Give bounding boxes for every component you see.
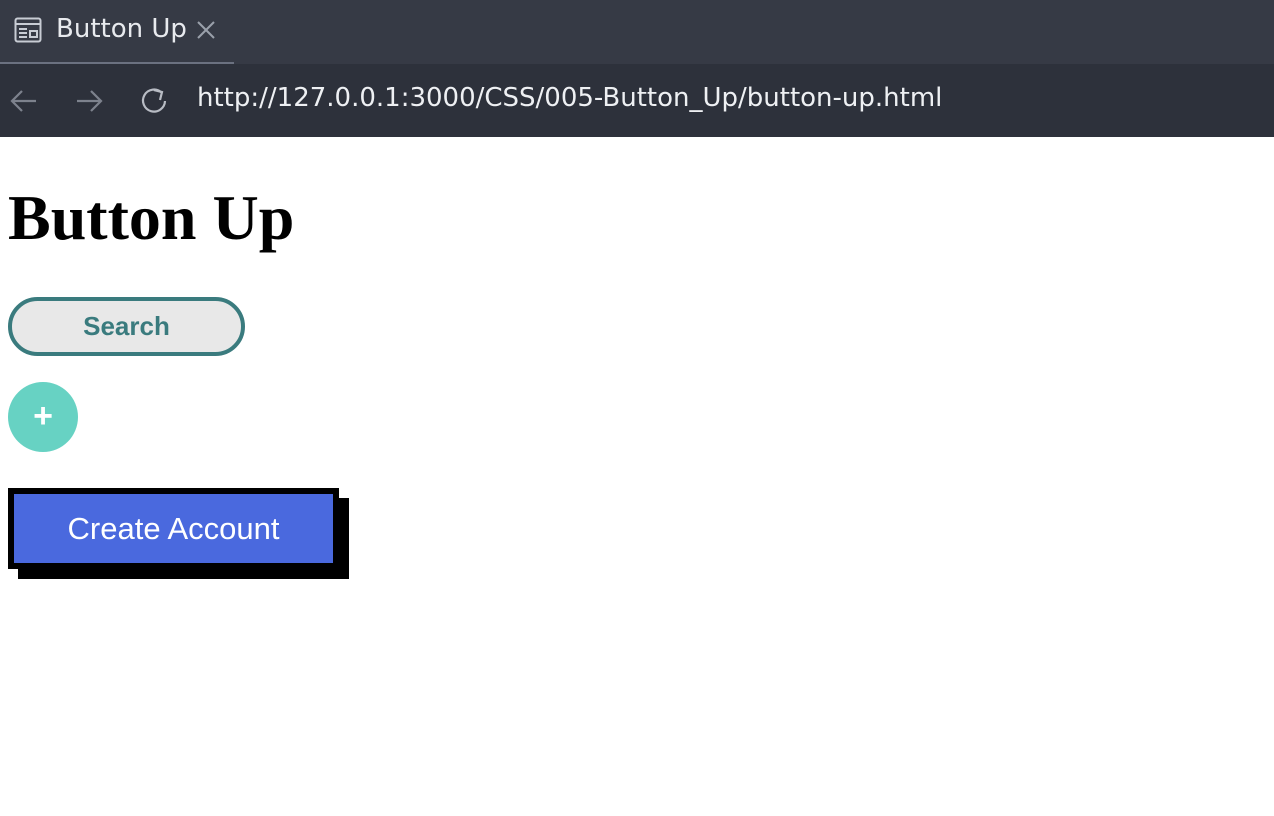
browser-tab[interactable]: Button Up	[0, 0, 234, 64]
create-account-button[interactable]: Create Account	[8, 488, 339, 569]
close-icon[interactable]	[195, 19, 217, 41]
tab-bar: Button Up	[0, 0, 1274, 64]
tab-title: Button Up	[56, 14, 187, 44]
search-button[interactable]: Search	[8, 297, 245, 356]
reload-icon[interactable]	[137, 84, 171, 118]
address-bar[interactable]: http://127.0.0.1:3000/CSS/005-Button_Up/…	[197, 83, 942, 113]
page-title: Button Up	[8, 182, 295, 253]
add-button[interactable]: +	[8, 382, 78, 452]
arrow-right-icon[interactable]	[72, 84, 106, 118]
arrow-left-icon[interactable]	[7, 84, 41, 118]
page-layout-icon	[14, 17, 42, 43]
navigation-bar: http://127.0.0.1:3000/CSS/005-Button_Up/…	[0, 64, 1274, 137]
